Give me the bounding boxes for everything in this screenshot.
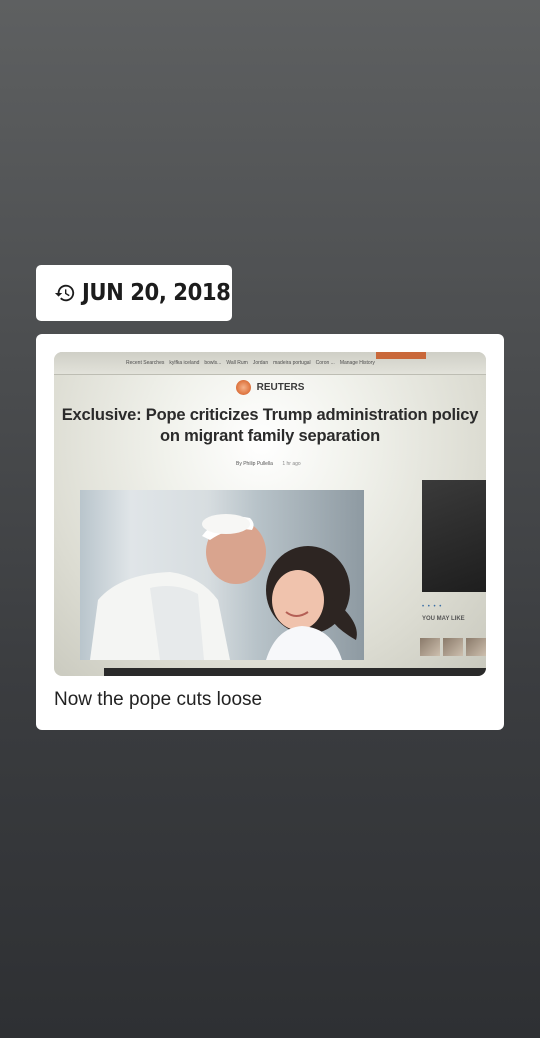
article-image [80,490,364,660]
date-badge[interactable]: JUN 20, 2018 [36,265,232,321]
side-article-image [422,480,486,592]
post-caption: Now the pope cuts loose [54,689,263,710]
memory-post-card[interactable]: Recent Searches kylfka iceland bowls... … [36,334,504,730]
history-icon [54,282,76,304]
reuters-logo-icon [235,380,251,395]
article-byline: By Philip Pullella 1 hr ago [236,461,301,467]
headline-line-1: Exclusive: Pope criticizes Trump adminis… [61,406,479,424]
recent-search-item: Recent Searches [126,360,165,366]
thumbnail [420,638,440,656]
recommended-thumbnails [420,638,486,656]
you-may-like-label: YOU MAY LIKE [422,616,465,622]
date-label: JUN 20, 2018 [82,280,231,306]
reuters-masthead: REUTERS [54,380,486,395]
orange-tab [376,352,426,359]
recent-search-item: bowls... [204,360,222,366]
carousel-dots: • • • • [422,604,443,610]
taskbar [104,668,486,676]
author: By Philip Pullella [236,461,273,467]
article-headline: Exclusive: Pope criticizes Trump adminis… [54,405,486,447]
recent-search-item: Manage History [339,360,375,366]
thumbnail [443,638,463,656]
recent-search-item: madeira portugal [273,360,311,366]
recent-search-item: Coron ... [315,360,335,366]
time-ago: 1 hr ago [282,461,301,467]
browser-strip: Recent Searches kylfka iceland bowls... … [54,352,486,375]
headline-line-2: on migrant family separation [160,427,380,445]
recent-search-item: kylfka iceland [169,360,200,366]
thumbnail [466,638,486,656]
recent-searches-bar: Recent Searches kylfka iceland bowls... … [126,360,446,366]
recent-search-item: Wall Rum [226,360,248,366]
source-name: REUTERS [256,382,305,393]
post-photo[interactable]: Recent Searches kylfka iceland bowls... … [54,352,486,676]
recent-search-item: Jordan [252,360,269,366]
